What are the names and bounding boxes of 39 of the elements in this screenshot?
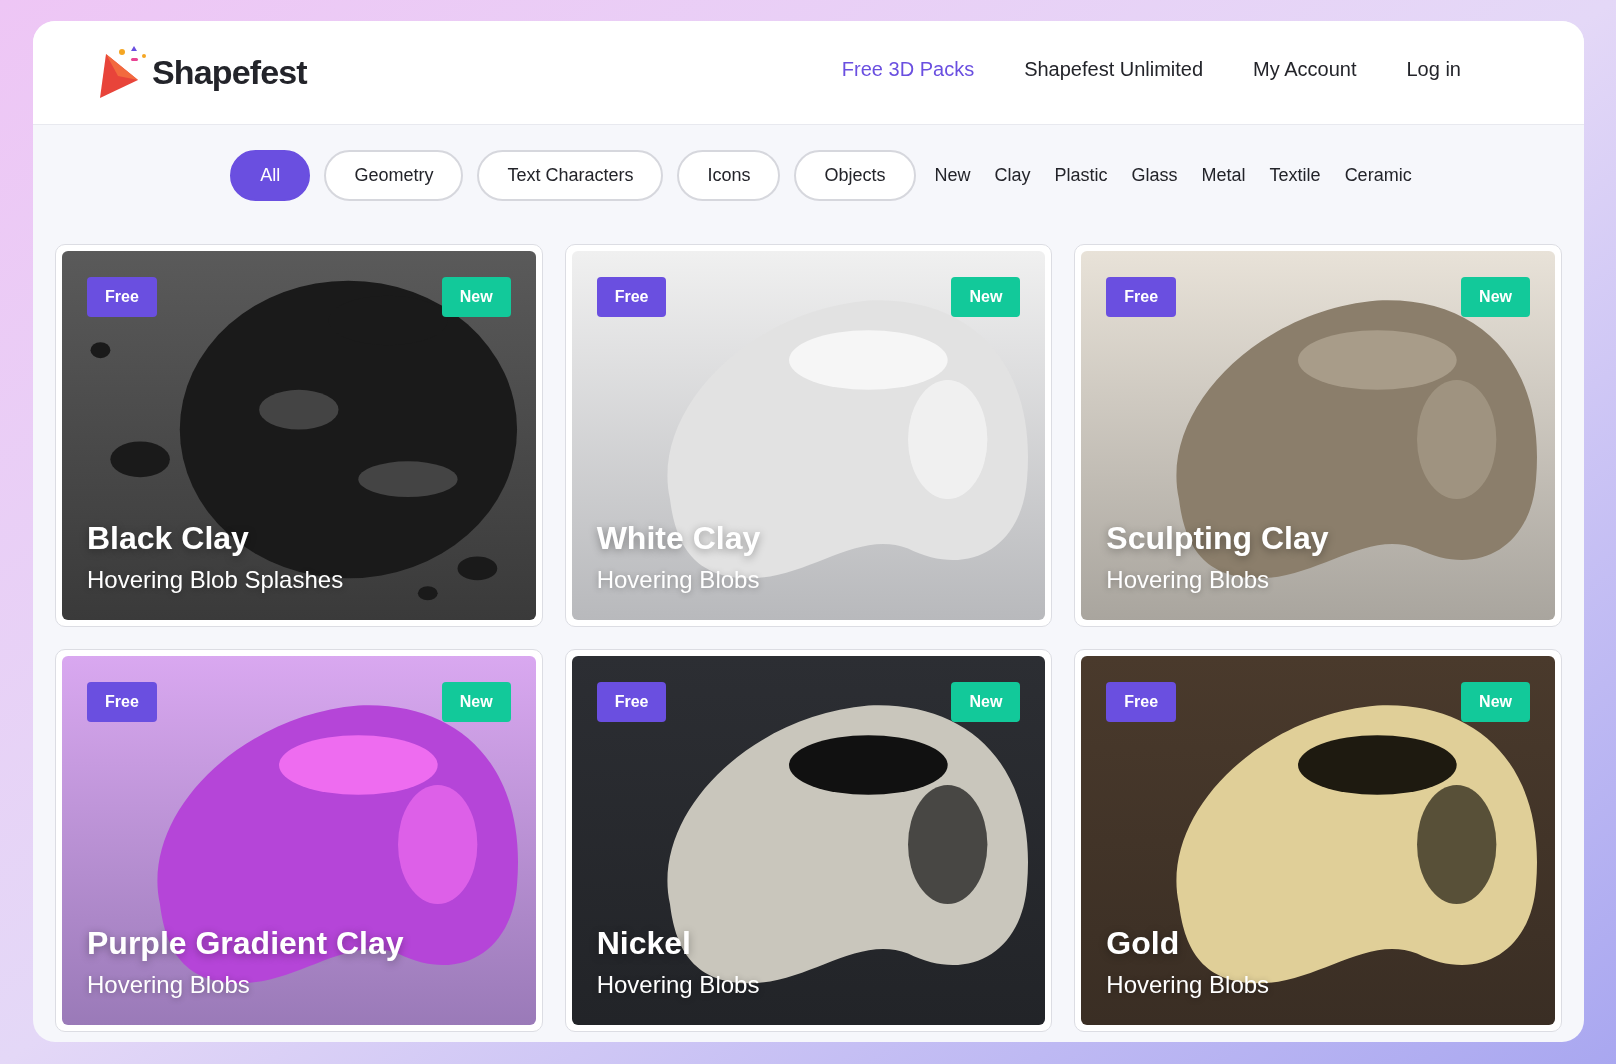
card-subtitle: Hovering Blob Splashes — [87, 565, 344, 595]
pack-card[interactable]: Free New Black Clay Hovering Blob Splashes — [55, 244, 543, 627]
card-subtitle: Hovering Blobs — [596, 565, 761, 595]
tag-badge: New — [1461, 277, 1530, 317]
tag-badge: Free — [1106, 682, 1177, 722]
tag-badge: New — [1461, 682, 1530, 722]
filter-chip[interactable]: Objects — [794, 150, 916, 201]
card-subtitle: Hovering Blobs — [1106, 565, 1271, 595]
logo-icon — [98, 45, 148, 100]
brand-name: Shapefest — [152, 52, 307, 93]
filter-chip[interactable]: Text Characters — [477, 150, 664, 201]
nav-link[interactable]: Log in — [1406, 53, 1461, 84]
filter-link[interactable]: Ceramic — [1339, 162, 1417, 189]
card-subtitle: Hovering Blobs — [87, 970, 251, 1000]
filter-link[interactable]: Clay — [989, 162, 1036, 189]
nav-link[interactable]: My Account — [1253, 53, 1357, 84]
card-title: Gold — [1106, 924, 1181, 963]
filter-link[interactable]: Plastic — [1049, 162, 1113, 189]
filter-link[interactable]: Metal — [1196, 162, 1251, 189]
pack-card[interactable]: Free New Purple Gradient Clay Hovering Blobs — [55, 649, 543, 1032]
filter-link[interactable]: New — [929, 162, 976, 189]
tag-badge: New — [951, 277, 1021, 317]
tag-badge: New — [441, 277, 511, 317]
tag-badge: Free — [87, 277, 157, 317]
filter-chip[interactable]: Icons — [677, 150, 781, 201]
tag-badge: Free — [1106, 277, 1177, 317]
filter-link[interactable]: Textile — [1264, 162, 1326, 189]
filter-chip[interactable]: Geometry — [324, 150, 464, 201]
nav-link[interactable]: Shapefest Unlimited — [1024, 53, 1204, 84]
filter-chip[interactable]: All — [230, 150, 311, 201]
tag-badge: Free — [596, 682, 667, 722]
filter-link[interactable]: Glass — [1126, 162, 1183, 189]
tag-badge: New — [441, 682, 511, 722]
tag-badge: Free — [596, 277, 667, 317]
tag-badge: Free — [87, 682, 157, 722]
card-title: Purple Gradient Clay — [87, 924, 404, 963]
tag-badge: New — [951, 682, 1021, 722]
nav-link[interactable]: Free 3D Packs — [841, 53, 975, 84]
card-title: Black Clay — [87, 519, 250, 558]
